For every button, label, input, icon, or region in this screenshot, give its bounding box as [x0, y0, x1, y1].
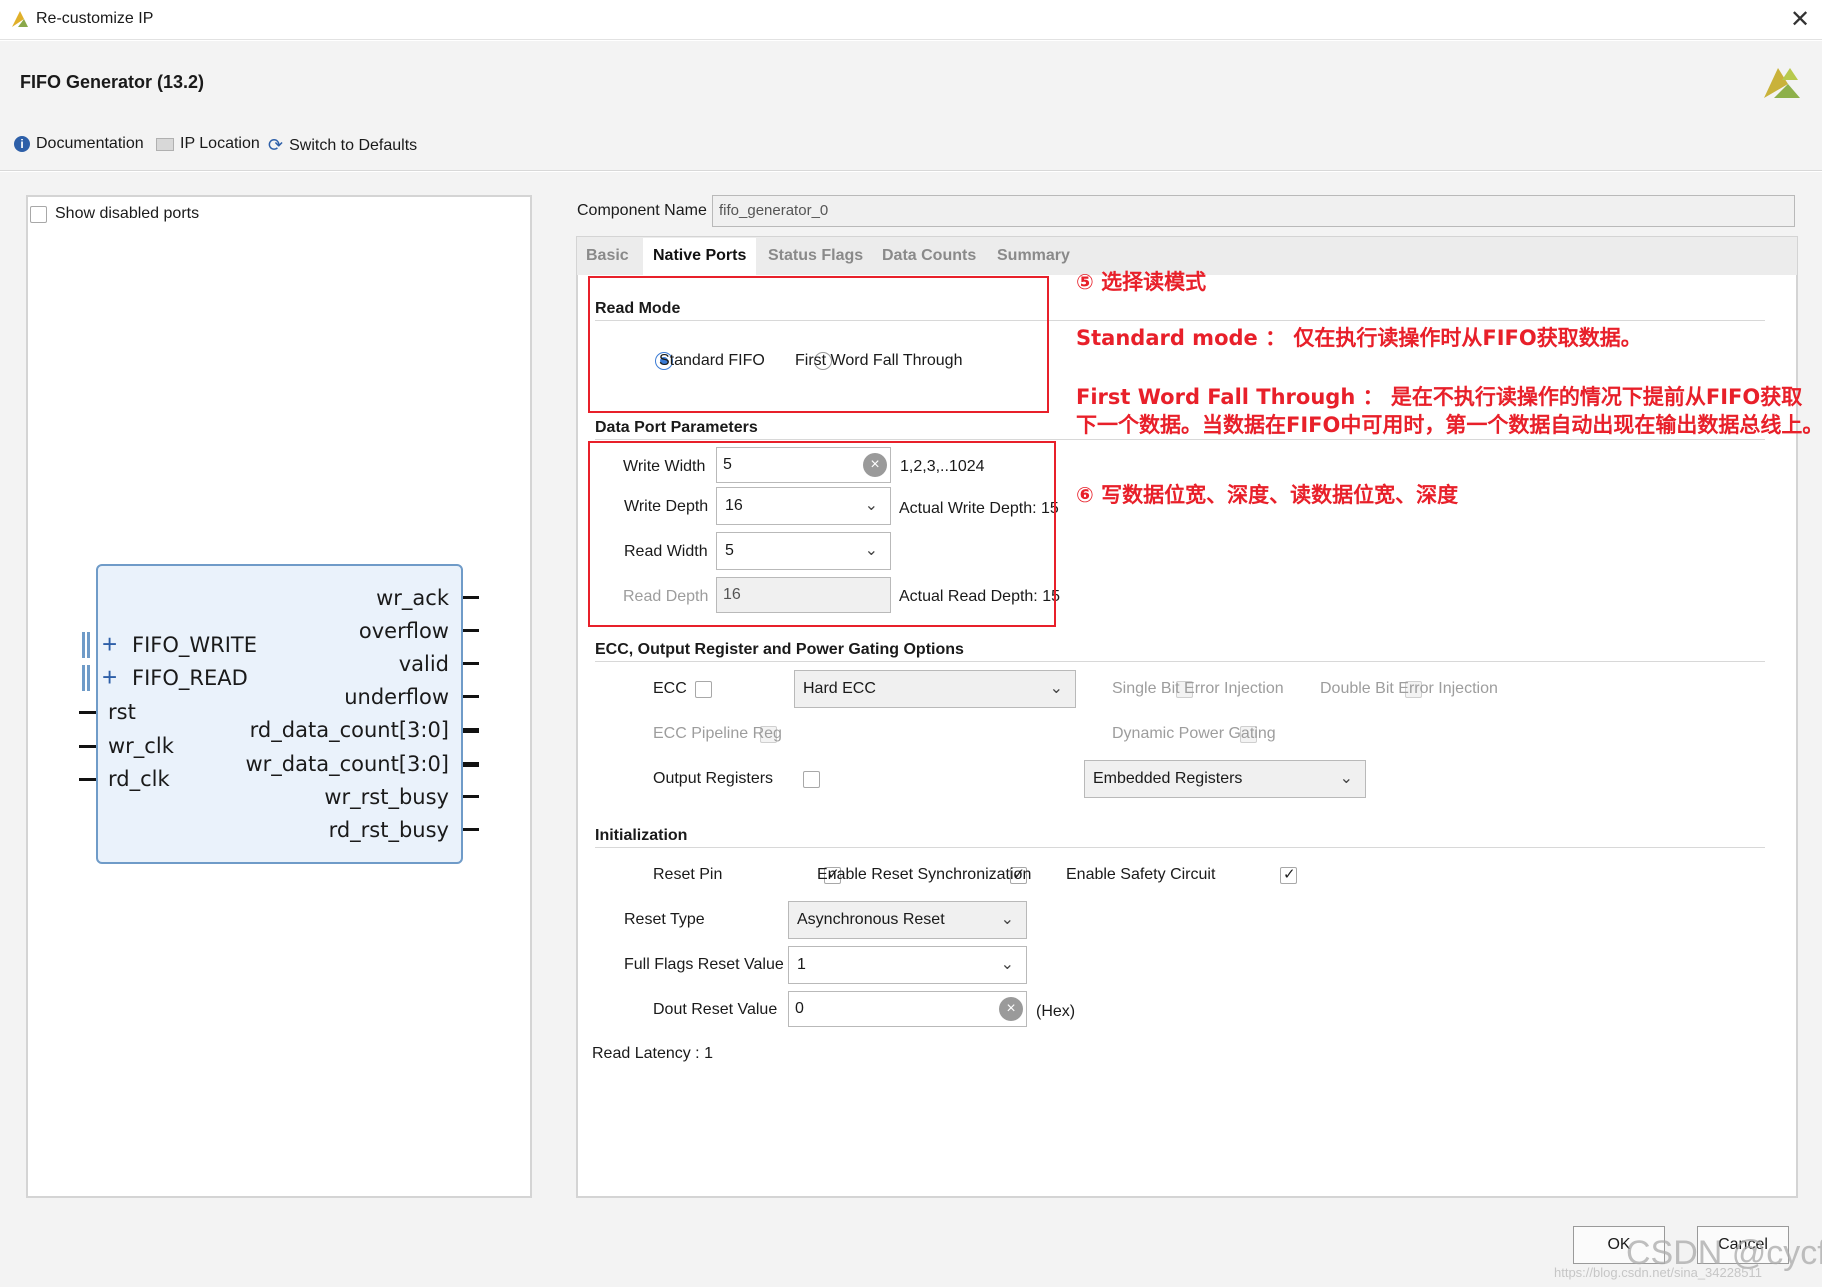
close-icon[interactable]: ✕	[1782, 4, 1818, 36]
separator	[595, 847, 1765, 848]
chevron-down-icon: ⌄	[1339, 770, 1353, 787]
tab-status-flags[interactable]: Status Flags	[758, 238, 873, 274]
single-bit-label: Single Bit Error Injection	[1112, 680, 1284, 697]
pin-wr-rst-busy	[463, 795, 479, 798]
port-wr-clk: wr_clk	[108, 734, 174, 758]
component-name-label: Component Name	[577, 202, 707, 219]
ecc-type-value: Hard ECC	[803, 680, 876, 697]
annotation-step6: ⑥ 写数据位宽、深度、读数据位宽、深度	[1076, 483, 1459, 507]
full-flags-label: Full Flags Reset Value	[624, 956, 784, 973]
show-disabled-ports-checkbox[interactable]	[30, 206, 47, 223]
ecc-checkbox[interactable]	[695, 681, 713, 698]
tab-data-counts[interactable]: Data Counts	[872, 238, 986, 274]
show-disabled-ports-label: Show disabled ports	[55, 205, 200, 222]
annotation-box-data-port	[588, 441, 1056, 627]
pin-wr-clk	[79, 745, 96, 748]
component-name-field[interactable]: fifo_generator_0	[712, 195, 1795, 227]
reset-pin-label: Reset Pin	[653, 866, 723, 883]
chevron-down-icon: ⌄	[1049, 680, 1063, 697]
tab-basic[interactable]: Basic	[576, 238, 639, 274]
xilinx-logo-icon	[1760, 60, 1804, 104]
pin-underflow	[463, 695, 479, 698]
port-valid: valid	[398, 652, 449, 676]
separator	[595, 661, 1765, 662]
documentation-button[interactable]: i Documentation	[14, 135, 144, 153]
dynamic-power-label: Dynamic Power Gating	[1112, 725, 1276, 742]
enable-reset-sync-label: Enable Reset Synchronization	[817, 866, 1032, 883]
window-title: Re-customize IP	[36, 10, 154, 27]
vivado-logo-icon	[10, 9, 30, 29]
annotation-box-read-mode	[588, 276, 1049, 413]
port-wr-data-count: wr_data_count[3:0]	[245, 752, 449, 776]
ecc-type-combo[interactable]: Hard ECC ⌄	[794, 670, 1076, 708]
reset-type-value: Asynchronous Reset	[797, 911, 945, 928]
annotation-standard: Standard mode ： 仅在执行读操作时从FIFO获取数据。	[1076, 326, 1642, 350]
tab-summary[interactable]: Summary	[987, 238, 1080, 274]
ip-location-label: IP Location	[180, 135, 260, 152]
switch-defaults-label: Switch to Defaults	[289, 136, 418, 154]
info-icon: i	[14, 136, 30, 152]
ecc-label: ECC	[653, 680, 687, 697]
pin-rd-data-count	[463, 728, 479, 733]
ecc-pipeline-label: ECC Pipeline Reg	[653, 725, 782, 742]
port-wr-rst-busy: wr_rst_busy	[324, 785, 449, 809]
full-flags-combo[interactable]: 1 ⌄	[788, 946, 1027, 984]
switch-defaults-button[interactable]: ⟳ Switch to Defaults	[268, 135, 417, 156]
clear-icon[interactable]: ×	[999, 997, 1023, 1021]
pin-rd-rst-busy	[463, 828, 479, 831]
port-rd-data-count: rd_data_count[3:0]	[249, 718, 449, 742]
pin-rd-clk	[79, 778, 96, 781]
pin-wr-data-count	[463, 762, 479, 767]
hex-suffix: (Hex)	[1036, 1003, 1076, 1020]
full-flags-value: 1	[797, 956, 806, 973]
pin-wr-ack	[463, 596, 479, 599]
chevron-down-icon: ⌄	[1000, 911, 1014, 928]
separator	[595, 439, 1765, 440]
annotation-step5: ⑤ 选择读模式	[1076, 270, 1207, 294]
ecc-heading: ECC, Output Register and Power Gating Op…	[595, 641, 964, 658]
double-bit-label: Double Bit Error Injection	[1320, 680, 1498, 697]
dout-reset-field[interactable]: 0 ×	[788, 991, 1027, 1027]
port-wr-ack: wr_ack	[376, 586, 449, 610]
port-overflow: overflow	[358, 619, 449, 643]
port-fifo-write: FIFO_WRITE	[132, 633, 258, 657]
port-rd-clk: rd_clk	[108, 767, 170, 791]
output-registers-label: Output Registers	[653, 770, 774, 787]
annotation-fwft-line2: 下一个数据。当数据在FIFO中可用时，第一个数据自动出现在输出数据总线上。	[1076, 413, 1822, 437]
dialog-title: FIFO Generator (13.2)	[20, 72, 205, 92]
data-port-heading: Data Port Parameters	[595, 419, 758, 436]
port-rd-rst-busy: rd_rst_busy	[328, 818, 449, 842]
dout-reset-value: 0	[795, 1000, 804, 1017]
pin-rst	[79, 711, 96, 714]
annotation-fwft-line1: First Word Fall Through ： 是在不执行读操作的情况下提前…	[1076, 385, 1803, 409]
documentation-label: Documentation	[36, 135, 144, 152]
chevron-down-icon: ⌄	[1000, 956, 1014, 973]
port-rst: rst	[108, 700, 136, 724]
output-registers-checkbox[interactable]	[802, 771, 820, 788]
reset-type-label: Reset Type	[624, 911, 705, 928]
port-fifo-read: FIFO_READ	[132, 666, 248, 690]
enable-safety-label: Enable Safety Circuit	[1066, 866, 1216, 883]
window-titlebar	[0, 0, 1822, 40]
expand-icon[interactable]: +	[102, 630, 117, 658]
read-latency: Read Latency : 1	[592, 1045, 713, 1062]
bus-marker-icon	[82, 632, 90, 658]
pin-valid	[463, 662, 479, 665]
initialization-heading: Initialization	[595, 827, 688, 844]
folder-icon	[156, 137, 174, 151]
expand-icon[interactable]: +	[102, 663, 117, 691]
port-underflow: underflow	[344, 685, 449, 709]
output-register-combo[interactable]: Embedded Registers ⌄	[1084, 760, 1366, 798]
refresh-icon: ⟳	[268, 135, 284, 155]
dout-reset-label: Dout Reset Value	[653, 1001, 778, 1018]
pin-overflow	[463, 629, 479, 632]
ip-location-button[interactable]: IP Location	[156, 135, 260, 153]
bus-marker-icon	[82, 665, 90, 691]
watermark-url: https://blog.csdn.net/sina_34228511	[1554, 1265, 1762, 1280]
reset-type-combo[interactable]: Asynchronous Reset ⌄	[788, 901, 1027, 939]
enable-safety-checkbox[interactable]	[1279, 865, 1297, 884]
output-register-value: Embedded Registers	[1093, 770, 1243, 787]
tab-native-ports[interactable]: Native Ports	[643, 238, 757, 278]
